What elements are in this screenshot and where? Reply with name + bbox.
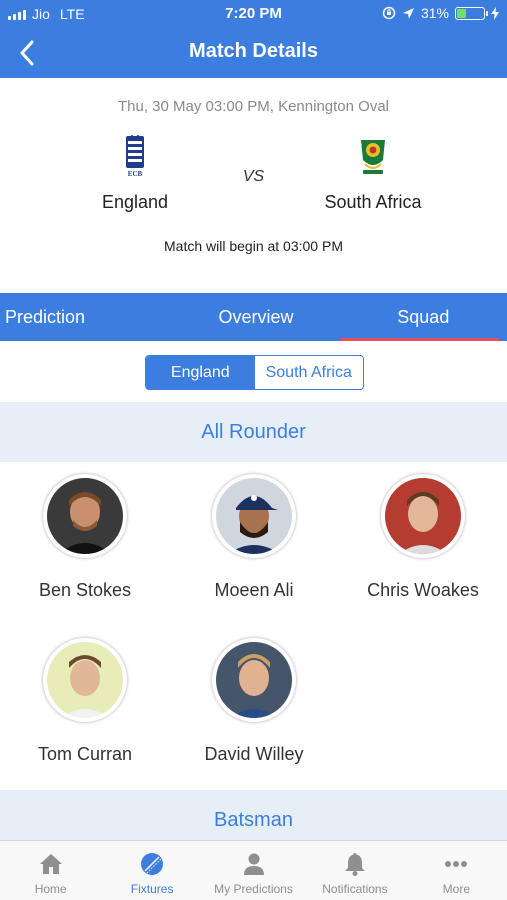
avatar (43, 638, 127, 722)
team-south-africa: South Africa (293, 134, 453, 213)
cricket-ball-icon (141, 853, 164, 875)
more-dots-icon (445, 861, 468, 867)
match-datetime: Thu, 30 May 03:00 PM, Kennington Oval (118, 98, 389, 115)
bell-icon (344, 853, 365, 876)
avatar (381, 474, 465, 558)
player-name: Chris Woakes (367, 580, 479, 600)
player-name: Ben Stokes (38, 580, 132, 600)
player-card[interactable]: David Willey (169, 638, 339, 765)
status-right: 31% (382, 5, 499, 21)
tab-prediction[interactable]: Prediction (0, 293, 172, 341)
player-card[interactable]: Tom Curran (0, 638, 170, 765)
nav-my-predictions[interactable]: My Predictions (203, 841, 304, 900)
battery-icon (455, 6, 488, 20)
header-bar: Match Details (0, 28, 507, 78)
nav-label-fixtures: Fixtures (130, 882, 174, 896)
nav-home[interactable]: Home (0, 841, 101, 900)
team-toggle-area: England South Africa (0, 341, 507, 401)
team-name-england: England (101, 192, 169, 212)
protea-crest-icon (361, 140, 385, 174)
nav-label-home: Home (34, 882, 67, 896)
player-grid: Ben Stokes Moeen Ali Chris Woakes Tom Cu… (0, 462, 507, 790)
player-photo-icon (216, 642, 292, 718)
segment-england[interactable]: England (146, 356, 255, 389)
bottom-nav: Home Fixtures My Predictions Notificatio… (0, 840, 507, 900)
match-info-card: Thu, 30 May 03:00 PM, Kennington Oval EC… (0, 78, 507, 293)
player-card[interactable]: Moeen Ali (169, 474, 339, 601)
player-photo-icon (216, 478, 292, 554)
player-name: Tom Curran (37, 744, 133, 764)
player-photo-icon (47, 642, 123, 718)
battery-fill (457, 8, 466, 18)
player-card[interactable]: Ben Stokes (0, 474, 170, 601)
avatar (212, 638, 296, 722)
tab-overview[interactable]: Overview (172, 293, 339, 341)
player-name: David Willey (204, 744, 304, 764)
avatar (43, 474, 127, 558)
team-segmented-control: England South Africa (145, 355, 364, 390)
player-photo-icon (385, 478, 461, 554)
home-icon (39, 854, 62, 874)
segment-south-africa[interactable]: South Africa (254, 356, 363, 389)
player-card[interactable]: Chris Woakes (338, 474, 507, 601)
charging-bolt-icon (491, 6, 499, 20)
nav-label-more: More (442, 882, 470, 896)
user-icon (243, 853, 264, 875)
tab-bar: Prediction Overview Squad (0, 293, 507, 341)
section-header-batsman: Batsman (0, 790, 507, 840)
player-photo-icon (47, 478, 123, 554)
nav-more[interactable]: More (406, 841, 507, 900)
nav-notifications[interactable]: Notifications (304, 841, 405, 900)
rotation-lock-icon (382, 6, 396, 20)
location-arrow-icon (402, 7, 414, 19)
nav-fixtures[interactable]: Fixtures (101, 841, 202, 900)
team-name-south-africa: South Africa (324, 192, 422, 212)
page-title: Match Details (189, 40, 318, 62)
status-bar: Jio LTE 7:20 PM 31% (0, 0, 507, 28)
tab-squad[interactable]: Squad (339, 293, 507, 341)
nav-label-notifications: Notifications (322, 882, 388, 896)
match-status-text: Match will begin at 03:00 PM (164, 238, 343, 254)
player-name: Moeen Ali (214, 580, 294, 600)
section-header-all-rounder: All Rounder (0, 402, 507, 462)
nav-label-my-predictions: My Predictions (214, 882, 293, 896)
match-details-screen: Jio LTE 7:20 PM 31% Match Details Thu, 3… (0, 0, 507, 900)
battery-percent: 31% (420, 5, 449, 21)
avatar (212, 474, 296, 558)
